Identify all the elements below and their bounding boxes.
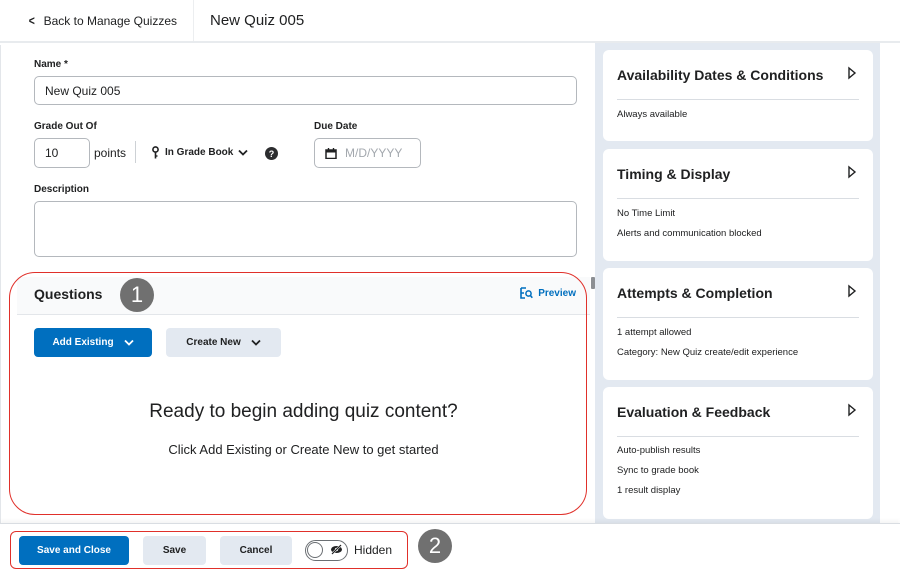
empty-state-subtitle: Click Add Existing or Create New to get … xyxy=(168,442,439,457)
chevron-down-icon xyxy=(238,149,248,156)
card-line: Alerts and communication blocked xyxy=(617,228,762,239)
annotation-badge-2: 2 xyxy=(418,529,452,563)
card-line: Category: New Quiz create/edit experienc… xyxy=(617,347,799,358)
card-line: 1 attempt allowed xyxy=(617,327,692,338)
points-label: points xyxy=(94,146,127,160)
chevron-down-icon xyxy=(251,339,261,346)
divider xyxy=(617,317,859,318)
settings-sidebar: Availability Dates & Conditions Always a… xyxy=(595,43,880,523)
due-date-label: Due Date xyxy=(314,121,358,132)
divider xyxy=(617,436,859,437)
expand-arrow-icon[interactable] xyxy=(847,165,857,179)
name-input[interactable]: New Quiz 005 xyxy=(34,76,577,105)
preview-icon xyxy=(520,287,534,299)
card-line: 1 result display xyxy=(617,485,681,496)
add-existing-button[interactable]: Add Existing xyxy=(34,328,152,357)
attempts-completion-card[interactable]: Attempts & Completion 1 attempt allowed … xyxy=(603,268,873,380)
timing-display-card[interactable]: Timing & Display No Time Limit Alerts an… xyxy=(603,149,873,261)
description-input[interactable] xyxy=(34,201,577,257)
visibility-label: Hidden xyxy=(354,543,393,557)
calendar-icon xyxy=(325,147,337,159)
grade-out-of-label: Grade Out Of xyxy=(34,121,97,132)
create-new-label: Create New xyxy=(186,337,241,348)
page-title: New Quiz 005 xyxy=(210,12,305,29)
back-to-manage-quizzes-link[interactable]: < Back to Manage Quizzes xyxy=(0,0,194,41)
top-bar: < Back to Manage Quizzes New Quiz 005 xyxy=(0,0,900,43)
card-line: Sync to grade book xyxy=(617,465,699,476)
expand-arrow-icon[interactable] xyxy=(847,403,857,417)
card-line: Always available xyxy=(617,109,688,120)
save-and-close-button[interactable]: Save and Close xyxy=(19,536,129,565)
empty-state-title: Ready to begin adding quiz content? xyxy=(149,401,458,422)
back-link-label: Back to Manage Quizzes xyxy=(43,13,177,28)
card-title: Timing & Display xyxy=(617,166,731,182)
annotation-badge-1: 1 xyxy=(120,278,154,312)
expand-arrow-icon[interactable] xyxy=(847,66,857,80)
cancel-button[interactable]: Cancel xyxy=(220,536,292,565)
card-title: Evaluation & Feedback xyxy=(617,404,771,420)
card-line: No Time Limit xyxy=(617,208,676,219)
divider xyxy=(135,141,136,163)
chevron-down-icon xyxy=(123,339,134,346)
grade-book-label: In Grade Book xyxy=(165,147,234,158)
questions-section: Questions Preview Add Existing Create Ne… xyxy=(17,277,590,523)
quiz-form: Name * New Quiz 005 Grade Out Of 10 poin… xyxy=(0,45,593,523)
add-existing-label: Add Existing xyxy=(52,337,114,348)
expand-arrow-icon[interactable] xyxy=(847,284,857,298)
questions-header: Questions Preview xyxy=(17,277,590,315)
due-date-placeholder: M/D/YYYY xyxy=(345,146,403,160)
toggle-knob xyxy=(307,542,323,558)
create-new-button[interactable]: Create New xyxy=(166,328,281,357)
preview-link[interactable]: Preview xyxy=(520,287,576,299)
key-icon xyxy=(152,146,159,159)
visibility-toggle[interactable] xyxy=(305,540,348,561)
card-title: Availability Dates & Conditions xyxy=(617,67,824,83)
chevron-left-icon: < xyxy=(28,13,35,28)
questions-title: Questions xyxy=(34,286,103,302)
grade-out-of-input[interactable]: 10 xyxy=(34,138,90,168)
name-label: Name * xyxy=(34,59,68,70)
save-button[interactable]: Save xyxy=(143,536,206,565)
divider xyxy=(617,99,859,100)
divider xyxy=(617,198,859,199)
eye-hidden-icon xyxy=(331,544,342,555)
due-date-input[interactable]: M/D/YYYY xyxy=(314,138,421,168)
grade-book-dropdown[interactable]: In Grade Book xyxy=(151,146,248,159)
card-title: Attempts & Completion xyxy=(617,285,773,301)
preview-label: Preview xyxy=(538,287,576,299)
card-line: Auto-publish results xyxy=(617,445,701,456)
description-label: Description xyxy=(34,184,90,195)
availability-card[interactable]: Availability Dates & Conditions Always a… xyxy=(603,50,873,141)
help-icon[interactable]: ? xyxy=(265,147,278,160)
evaluation-feedback-card[interactable]: Evaluation & Feedback Auto-publish resul… xyxy=(603,387,873,519)
